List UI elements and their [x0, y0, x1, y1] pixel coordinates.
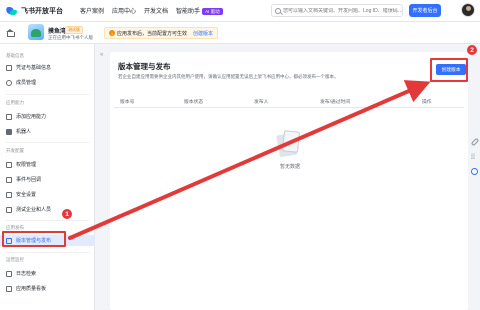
create-version-button[interactable]: 创建版本 [436, 64, 466, 75]
sidebar-item-label: 权限管理 [16, 162, 37, 168]
empty-state-text: 暂无数据 [279, 164, 300, 170]
nav-ai-assistant[interactable]: 智能助手 AI 驱动 [176, 6, 223, 15]
chart-icon [6, 285, 12, 292]
avatar[interactable] [461, 3, 475, 17]
group-basic-info: 基础信息 [6, 53, 24, 58]
app-name: 摸鱼湾 [48, 29, 67, 35]
col-time: 发布/通过时间 [320, 100, 351, 105]
sidebar-item-label: 版本管理与发布 [16, 238, 52, 244]
sidebar-item-label: 测试企业和人员 [16, 207, 52, 213]
brand[interactable]: 飞书开放平台 [6, 6, 70, 16]
nav-ai-label: 智能助手 [176, 9, 201, 15]
publish-notice: ! 应用发布后，当前配置方可生效 创建版本 [104, 27, 219, 39]
divider [6, 142, 89, 143]
sidebar-item-label: 添加应用能力 [16, 114, 47, 120]
nav-dev-docs[interactable]: 开发文档 [144, 6, 168, 15]
sidebar-item-label: 机器人 [16, 129, 32, 135]
search-box[interactable] [271, 4, 403, 17]
top-navbar: 飞书开放平台 客户案例 应用中心 开发文档 智能助手AI 驱动 开发者后台 [0, 0, 480, 22]
permission-icon [6, 161, 12, 168]
divider [6, 220, 89, 221]
warning-icon: ! [109, 30, 115, 36]
link-icon[interactable] [470, 137, 480, 147]
group-app-ability: 应用能力 [6, 100, 24, 105]
sidebar-item-add-ability[interactable]: 添加应用能力 [0, 111, 95, 122]
collapse-sidebar-icon[interactable]: « [100, 52, 107, 59]
assistant-bot-icon[interactable] [471, 168, 478, 175]
group-ops: 运营监控 [6, 257, 24, 262]
nav-customer-cases[interactable]: 客户案例 [80, 6, 104, 15]
brand-name: 飞书开放平台 [21, 7, 63, 15]
group-release: 应用发布 [6, 225, 24, 230]
group-dev-config: 开发配置 [6, 148, 24, 153]
app-status-tag: 测试版 [65, 26, 83, 34]
divider [6, 252, 89, 253]
empty-doc-front [281, 130, 301, 153]
step-badge-1: 1 [62, 209, 72, 219]
user-icon [6, 79, 12, 86]
sidebar-item-label: 成员管理 [16, 80, 37, 86]
empty-state-icon [276, 130, 302, 158]
sidebar-item-credentials[interactable]: 凭证与基础信息 [0, 62, 95, 73]
event-icon [6, 176, 12, 183]
app-header: 摸鱼湾 测试版 正在应用中飞书个人版 ! 应用发布后，当前配置方可生效 创建版本 [0, 22, 480, 44]
sidebar-item-permissions[interactable]: 权限管理 [0, 159, 95, 170]
search-icon [275, 7, 281, 14]
log-icon [6, 270, 12, 277]
app-icon [28, 24, 44, 40]
page-title: 版本管理与发布 [118, 62, 171, 71]
ai-badge: AI 驱动 [202, 8, 223, 15]
col-status: 版本状态 [184, 100, 204, 105]
col-version: 版本号 [120, 100, 135, 105]
sidebar-item-label: 日志检索 [16, 271, 37, 277]
create-version-link[interactable]: 创建版本 [193, 30, 213, 37]
home-icon[interactable] [6, 29, 15, 37]
credential-icon [6, 64, 12, 71]
add-ability-icon [6, 113, 12, 120]
sidebar-item-test-enterprise[interactable]: 测试企业和人员 [0, 204, 95, 215]
divider [6, 94, 89, 95]
sidebar-item-robot[interactable]: 机器人 [0, 126, 95, 137]
sidebar-item-security[interactable]: 安全设置 [0, 189, 95, 200]
grid-icon[interactable]: ⁞⁞ [471, 154, 478, 161]
floating-toolbar: ⁞⁞ [469, 137, 480, 180]
sidebar-item-logs[interactable]: 日志检索 [0, 268, 95, 279]
sidebar-item-events[interactable]: 事件与回调 [0, 174, 95, 185]
app-subtitle: 正在应用中飞书个人版 [48, 35, 93, 40]
search-input[interactable] [283, 7, 402, 14]
sidebar-item-label: 凭证与基础信息 [16, 65, 52, 71]
notice-text: 应用发布后，当前配置方可生效 [117, 30, 188, 37]
sidebar-item-label: 事件与回调 [16, 177, 42, 183]
col-publisher: 发布人 [254, 100, 269, 105]
sidebar-item-label: 应用质量看板 [16, 286, 47, 292]
sidebar: 基础信息 凭证与基础信息 成员管理 应用能力 添加应用能力 机器人 开发配置 权… [0, 44, 95, 310]
robot-icon [6, 128, 12, 135]
test-icon [6, 206, 12, 213]
version-icon [6, 237, 12, 244]
col-actions: 操作 [422, 100, 432, 105]
sidebar-item-version[interactable]: 版本管理与发布 [0, 235, 95, 246]
step-badge-2: 2 [467, 45, 477, 55]
main-nav: 客户案例 应用中心 开发文档 智能助手 AI 驱动 [80, 6, 223, 15]
feishu-logo-icon [6, 6, 18, 16]
version-panel: 版本管理与发布 若企业自建应用需要供企业内其他用户使用，请确认应用配置无误后上架… [110, 52, 468, 310]
sidebar-item-label: 安全设置 [16, 192, 37, 198]
developer-console-button[interactable]: 开发者后台 [409, 4, 441, 17]
sidebar-item-quality[interactable]: 应用质量看板 [0, 283, 95, 294]
shield-icon [6, 191, 12, 198]
sidebar-item-members[interactable]: 成员管理 [0, 77, 95, 88]
version-table-header: 版本号 版本状态 发布人 发布/通过时间 操作 [114, 94, 464, 108]
nav-app-center[interactable]: 应用中心 [112, 6, 136, 15]
page-description: 若企业自建应用需要供企业内其他用户使用，请确认应用配置无误后上架飞书应用中心，都… [118, 74, 339, 79]
